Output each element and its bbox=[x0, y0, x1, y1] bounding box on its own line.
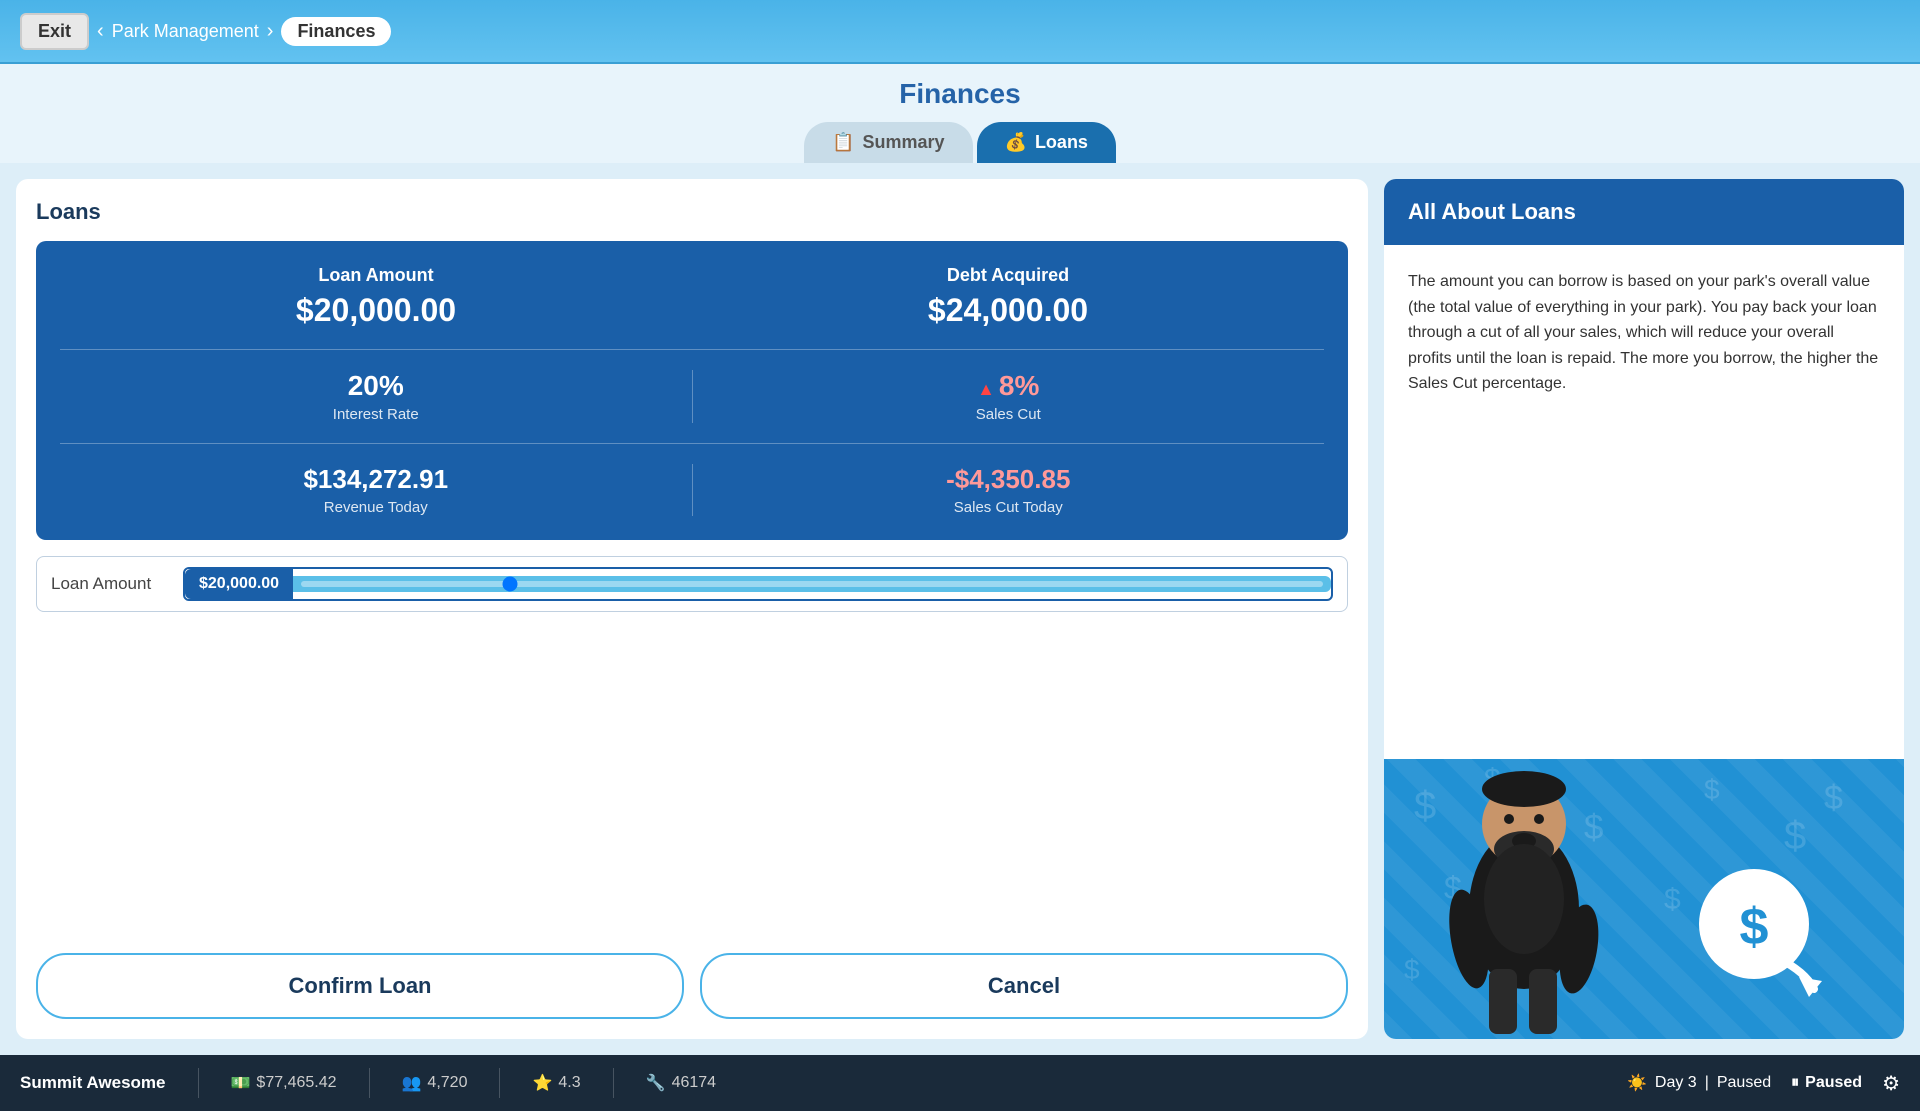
loans-mid-row: 20% Interest Rate ▲8% Sales Cut bbox=[60, 370, 1324, 444]
top-nav: Exit ‹ Park Management › Finances bbox=[0, 0, 1920, 64]
paused-text: Paused bbox=[1805, 1074, 1862, 1092]
revenue-today-value: $134,272.91 bbox=[60, 464, 692, 495]
loans-tab-icon: 💰 bbox=[1005, 132, 1027, 153]
rating-status: ⭐ 4.3 bbox=[532, 1073, 580, 1093]
dollar-circle-illustration: $ bbox=[1684, 859, 1824, 999]
right-panel: All About Loans The amount you can borro… bbox=[1384, 179, 1904, 1039]
warning-icon: ▲ bbox=[977, 379, 995, 399]
day-icon: ☀️ bbox=[1627, 1073, 1647, 1093]
slider-value-display: $20,000.00 bbox=[185, 569, 293, 599]
paused-label: Paused bbox=[1717, 1074, 1771, 1092]
loan-amount-value: $20,000.00 bbox=[296, 292, 456, 329]
day-divider: | bbox=[1705, 1074, 1709, 1092]
revenue-today-col: $134,272.91 Revenue Today bbox=[60, 464, 693, 516]
illustration-area: $ $ $ $ $ $ $ $ $ $ $ bbox=[1384, 759, 1904, 1039]
loans-top-row: Loan Amount $20,000.00 Debt Acquired $24… bbox=[60, 265, 1324, 350]
visitors-status: 👥 4,720 bbox=[402, 1073, 468, 1093]
loan-amount-label: Loan Amount bbox=[296, 265, 456, 286]
svg-text:$: $ bbox=[1824, 779, 1843, 817]
right-panel-title: All About Loans bbox=[1408, 199, 1880, 225]
loans-bottom-row: $134,272.91 Revenue Today -$4,350.85 Sal… bbox=[60, 464, 1324, 516]
loans-card: Loan Amount $20,000.00 Debt Acquired $24… bbox=[36, 241, 1348, 540]
status-divider-4 bbox=[613, 1068, 614, 1098]
park-name: Summit Awesome bbox=[20, 1073, 166, 1093]
right-panel-header: All About Loans bbox=[1384, 179, 1904, 245]
status-right: ☀️ Day 3 | Paused ⏸ Paused ⚙ bbox=[1627, 1071, 1900, 1096]
stat4-status: 🔧 46174 bbox=[646, 1073, 716, 1093]
left-panel: Loans Loan Amount $20,000.00 Debt Acquir… bbox=[16, 179, 1368, 1039]
status-divider-1 bbox=[198, 1068, 199, 1098]
svg-text:$: $ bbox=[1784, 814, 1806, 858]
svg-text:$: $ bbox=[1404, 954, 1420, 985]
pause-icon: ⏸ bbox=[1791, 1074, 1799, 1092]
sales-cut-col: ▲8% Sales Cut bbox=[693, 370, 1325, 423]
tab-loans[interactable]: 💰 Loans bbox=[977, 122, 1116, 163]
sales-cut-today-value: -$4,350.85 bbox=[693, 464, 1325, 495]
slider-row: Loan Amount $20,000.00 bbox=[36, 556, 1348, 612]
interest-rate-col: 20% Interest Rate bbox=[60, 370, 693, 423]
left-panel-title: Loans bbox=[36, 199, 1348, 225]
rating-icon: ⭐ bbox=[532, 1073, 552, 1093]
confirm-loan-button[interactable]: Confirm Loan bbox=[36, 953, 684, 1019]
svg-text:$: $ bbox=[1740, 898, 1769, 956]
interest-rate-value: 20% bbox=[60, 370, 692, 402]
nav-chevron-2: › bbox=[267, 20, 274, 43]
tab-summary[interactable]: 📋 Summary bbox=[804, 122, 972, 163]
page-title: Finances bbox=[899, 78, 1020, 110]
status-divider-3 bbox=[499, 1068, 500, 1098]
character-illustration bbox=[1424, 769, 1624, 1039]
settings-icon[interactable]: ⚙ bbox=[1882, 1071, 1900, 1096]
loans-tab-label: Loans bbox=[1035, 132, 1088, 153]
debt-acquired-value: $24,000.00 bbox=[928, 292, 1088, 329]
cancel-button[interactable]: Cancel bbox=[700, 953, 1348, 1019]
paused-badge[interactable]: ⏸ Paused bbox=[1791, 1074, 1862, 1092]
summary-tab-icon: 📋 bbox=[832, 132, 854, 153]
revenue-today-label: Revenue Today bbox=[60, 499, 692, 516]
tabs-row: 📋 Summary 💰 Loans bbox=[804, 122, 1116, 163]
debt-acquired-label: Debt Acquired bbox=[928, 265, 1088, 286]
day-label: Day 3 bbox=[1655, 1074, 1697, 1092]
sales-cut-today-col: -$4,350.85 Sales Cut Today bbox=[693, 464, 1325, 516]
rating-value: 4.3 bbox=[558, 1074, 580, 1092]
money-status: 💵 $77,465.42 bbox=[231, 1073, 337, 1093]
day-info: ☀️ Day 3 | Paused bbox=[1627, 1073, 1771, 1093]
slider-label: Loan Amount bbox=[51, 574, 171, 594]
nav-current: Finances bbox=[281, 17, 391, 46]
info-text: The amount you can borrow is based on yo… bbox=[1408, 269, 1880, 397]
status-divider-2 bbox=[369, 1068, 370, 1098]
interest-rate-label: Interest Rate bbox=[60, 406, 692, 423]
visitors-icon: 👥 bbox=[402, 1073, 422, 1093]
money-value: $77,465.42 bbox=[256, 1074, 336, 1092]
loan-amount-col: Loan Amount $20,000.00 bbox=[296, 265, 456, 329]
sales-cut-value: ▲8% bbox=[693, 370, 1325, 402]
page-title-area: Finances 📋 Summary 💰 Loans bbox=[0, 64, 1920, 163]
debt-acquired-col: Debt Acquired $24,000.00 bbox=[928, 265, 1088, 329]
nav-park-management[interactable]: Park Management bbox=[112, 21, 259, 42]
stat4-icon: 🔧 bbox=[646, 1073, 666, 1093]
summary-tab-label: Summary bbox=[862, 132, 944, 153]
nav-chevron: ‹ bbox=[97, 20, 104, 43]
svg-text:$: $ bbox=[1664, 883, 1681, 916]
buttons-row: Confirm Loan Cancel bbox=[36, 953, 1348, 1019]
slider-track-container[interactable] bbox=[293, 576, 1331, 592]
stat4-value: 46174 bbox=[672, 1074, 717, 1092]
right-panel-body: The amount you can borrow is based on yo… bbox=[1384, 245, 1904, 759]
exit-button[interactable]: Exit bbox=[20, 13, 89, 50]
visitors-value: 4,720 bbox=[427, 1074, 467, 1092]
svg-text:$: $ bbox=[1704, 774, 1720, 805]
main-content: Loans Loan Amount $20,000.00 Debt Acquir… bbox=[0, 163, 1920, 1055]
loan-amount-slider[interactable] bbox=[301, 581, 1323, 587]
status-bar: Summit Awesome 💵 $77,465.42 👥 4,720 ⭐ 4.… bbox=[0, 1055, 1920, 1111]
sales-cut-label: Sales Cut bbox=[693, 406, 1325, 423]
money-icon: 💵 bbox=[231, 1073, 251, 1093]
sales-cut-today-label: Sales Cut Today bbox=[693, 499, 1325, 516]
